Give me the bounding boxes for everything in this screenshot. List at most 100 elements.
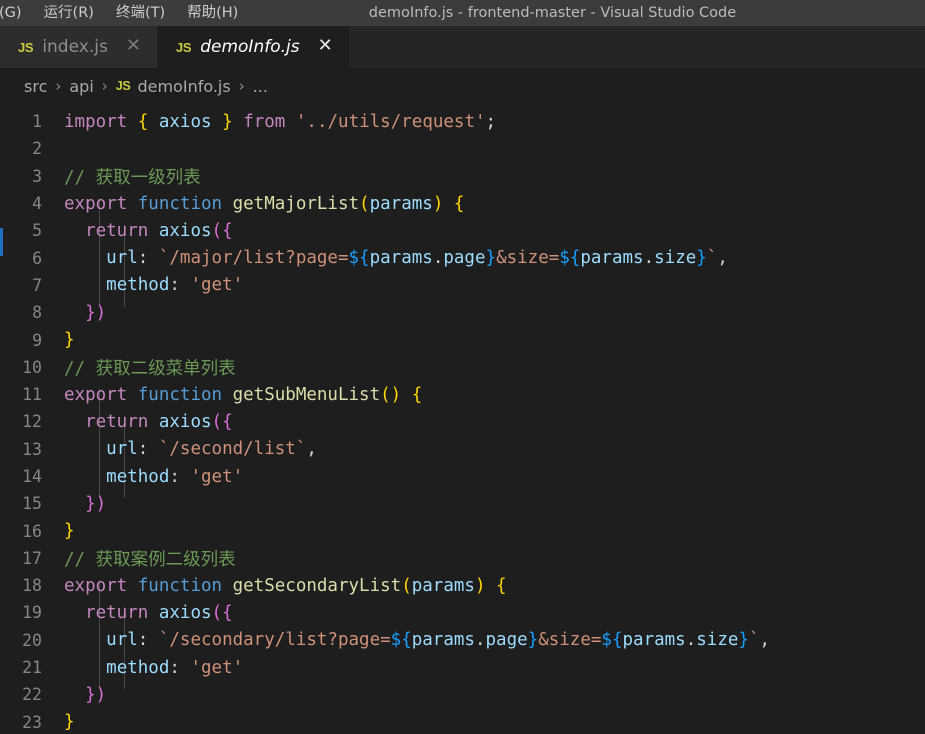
line-content: }) <box>64 303 925 323</box>
code-line: 2 <box>0 135 925 162</box>
token-template-string: &size= <box>496 248 560 269</box>
token-template-expr-open: ${ <box>559 248 581 269</box>
line-number: 22 <box>22 685 42 705</box>
js-file-icon: JS <box>115 79 131 93</box>
token-brace: } <box>222 111 233 132</box>
title-bar: (G) 运行(R) 终端(T) 帮助(H) demoInfo.js - fron… <box>0 0 925 26</box>
token-string: 'get' <box>190 657 244 678</box>
line-number: 11 <box>22 385 42 405</box>
token-template-string: `/secondary/list?page= <box>158 630 391 651</box>
token-keyword: return <box>85 411 149 432</box>
token-keyword: function <box>137 193 223 214</box>
code-line: 14 method: 'get' <box>0 463 925 490</box>
token-identifier: axios <box>158 602 212 623</box>
code-content[interactable]: 1 import { axios } from '../utils/reques… <box>0 103 925 734</box>
token-paren: ) <box>95 493 107 514</box>
line-content: import { axios } from '../utils/request'… <box>64 112 925 132</box>
breadcrumb-item-symbol[interactable]: ... <box>253 77 268 96</box>
line-content: }) <box>64 685 925 705</box>
code-line: 13 url: `/second/list`, <box>0 436 925 463</box>
line-content: return axios({ <box>64 412 925 432</box>
token-colon: : <box>137 248 149 269</box>
breadcrumb-item-file[interactable]: demoInfo.js <box>137 77 230 96</box>
line-content: export function getSubMenuList() { <box>64 385 925 405</box>
token-comment: // 获取二级菜单列表 <box>64 358 236 379</box>
breadcrumb-item-src[interactable]: src <box>24 77 47 96</box>
token-brace: { <box>222 220 233 241</box>
chevron-right-icon: › <box>101 77 108 95</box>
token-paren: ) <box>432 193 444 214</box>
token-template-expr-close: } <box>738 630 749 651</box>
line-number: 6 <box>32 248 42 268</box>
token-keyword: export <box>64 575 128 596</box>
tab-index-js[interactable]: JS index.js ✕ <box>0 26 158 68</box>
token-identifier: params <box>411 630 475 651</box>
token-property: page <box>443 248 486 269</box>
token-property: method <box>106 275 170 296</box>
token-brace: } <box>85 493 96 514</box>
token-template-string: &size= <box>538 630 602 651</box>
code-line: 17 // 获取案例二级列表 <box>0 545 925 572</box>
token-paren: ) <box>95 302 107 323</box>
token-template-string: `/second/list` <box>158 439 307 460</box>
line-content: method: 'get' <box>64 467 925 487</box>
line-number: 16 <box>22 521 42 541</box>
breadcrumb-item-api[interactable]: api <box>69 77 93 96</box>
token-comma: , <box>306 439 317 460</box>
token-function-name: getMajorList <box>232 193 360 214</box>
close-icon[interactable]: ✕ <box>123 35 144 59</box>
token-brace: { <box>496 575 507 596</box>
token-template-expr-open: ${ <box>601 630 623 651</box>
token-paren: ( <box>211 220 223 241</box>
token-semicolon: ; <box>485 111 497 132</box>
line-number: 4 <box>32 194 42 214</box>
token-brace: } <box>85 302 96 323</box>
tab-demoinfo-js[interactable]: JS demoInfo.js ✕ <box>157 26 350 68</box>
code-line: 4 export function getMajorList(params) { <box>0 190 925 217</box>
token-property: url <box>106 248 138 269</box>
code-line: 8 }) <box>0 299 925 326</box>
code-line: 16 } <box>0 517 925 544</box>
line-content: export function getSecondaryList(params)… <box>64 576 925 596</box>
token-paren: ) <box>474 575 486 596</box>
token-comma: , <box>717 248 728 269</box>
token-string: 'get' <box>190 466 244 487</box>
token-identifier: axios <box>158 111 212 132</box>
token-template-expr-close: } <box>527 630 539 651</box>
token-comma: , <box>759 630 771 651</box>
line-number: 9 <box>32 330 42 350</box>
close-icon[interactable]: ✕ <box>315 35 336 59</box>
window-title: demoInfo.js - frontend-master - Visual S… <box>368 5 737 21</box>
token-function-name: getSecondaryList <box>232 575 402 596</box>
line-content: method: 'get' <box>64 275 925 295</box>
token-brace: { <box>137 111 149 132</box>
token-property: url <box>106 439 138 460</box>
token-template-expr-close: } <box>485 248 497 269</box>
line-number: 15 <box>22 494 42 514</box>
chevron-right-icon: › <box>55 77 62 95</box>
code-editor[interactable]: 1 import { axios } from '../utils/reques… <box>0 103 925 734</box>
token-dot: . <box>643 248 655 269</box>
code-line: 18 export function getSecondaryList(para… <box>0 572 925 599</box>
line-content: export function getMajorList(params) { <box>64 194 925 214</box>
token-string: 'get' <box>190 275 244 296</box>
token-template-expr-close: } <box>696 248 707 269</box>
code-line: 21 method: 'get' <box>0 654 925 681</box>
token-paren: ( <box>211 411 223 432</box>
token-keyword: export <box>64 384 128 405</box>
token-backtick: ` <box>706 248 718 269</box>
line-content: return axios({ <box>64 221 925 241</box>
token-property: method <box>106 466 170 487</box>
